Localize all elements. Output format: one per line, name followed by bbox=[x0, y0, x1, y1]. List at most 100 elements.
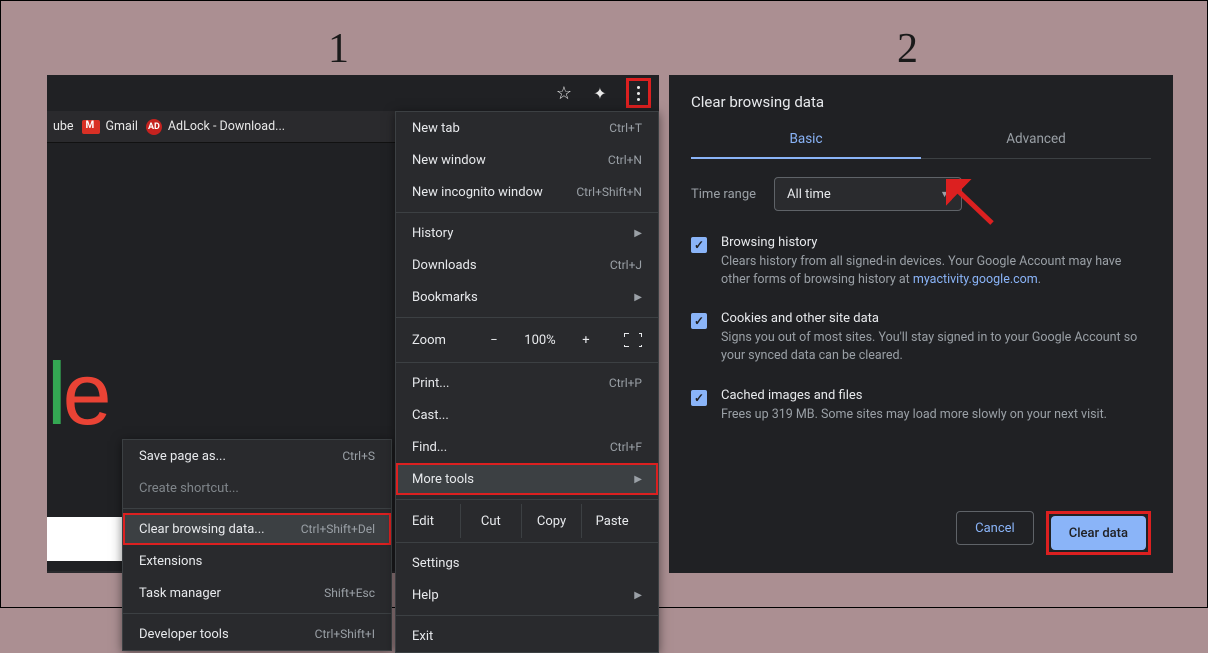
menu-create-shortcut[interactable]: Create shortcut... bbox=[123, 472, 391, 504]
zoom-value: 100% bbox=[518, 333, 562, 348]
menu-label: Developer tools bbox=[139, 627, 229, 642]
checkbox-cached[interactable]: ✓ bbox=[691, 390, 707, 406]
option-text: Browsing history Clears history from all… bbox=[721, 235, 1151, 289]
dialog-title: Clear browsing data bbox=[669, 75, 1173, 123]
option-browsing-history: ✓ Browsing history Clears history from a… bbox=[691, 235, 1151, 289]
menu-label: Find... bbox=[412, 440, 447, 455]
clear-data-highlight: Clear data bbox=[1046, 511, 1151, 555]
checkbox-cookies[interactable]: ✓ bbox=[691, 313, 707, 329]
menu-settings[interactable]: Settings bbox=[396, 547, 658, 579]
option-description: Signs you out of most sites. You'll stay… bbox=[721, 329, 1151, 365]
menu-cast[interactable]: Cast... bbox=[396, 399, 658, 431]
menu-label: Help bbox=[412, 588, 439, 603]
menu-label: New incognito window bbox=[412, 185, 543, 200]
zoom-out-button[interactable]: − bbox=[482, 333, 506, 348]
dropdown-caret-icon: ▼ bbox=[940, 189, 949, 200]
cancel-button[interactable]: Cancel bbox=[956, 511, 1034, 545]
bookmark-ube[interactable]: ube bbox=[53, 119, 74, 134]
menu-shortcut: Ctrl+S bbox=[342, 449, 375, 463]
menu-label: History bbox=[412, 226, 453, 241]
kebab-menu-button[interactable] bbox=[637, 86, 640, 101]
menu-label: Clear browsing data... bbox=[139, 522, 265, 537]
menu-separator bbox=[396, 212, 658, 213]
menu-shortcut: Shift+Esc bbox=[324, 586, 375, 600]
menu-history[interactable]: History ▶ bbox=[396, 217, 658, 249]
menu-label: Task manager bbox=[139, 586, 221, 601]
menu-new-incognito[interactable]: New incognito window Ctrl+Shift+N bbox=[396, 176, 658, 208]
menu-save-page[interactable]: Save page as... Ctrl+S bbox=[123, 440, 391, 472]
menu-separator bbox=[396, 542, 658, 543]
menu-separator bbox=[396, 615, 658, 616]
menu-shortcut: Ctrl+F bbox=[610, 440, 642, 454]
menu-label: Bookmarks bbox=[412, 290, 478, 305]
menu-new-window[interactable]: New window Ctrl+N bbox=[396, 144, 658, 176]
chevron-right-icon: ▶ bbox=[634, 292, 642, 303]
menu-label: Extensions bbox=[139, 554, 202, 569]
bookmark-adlock[interactable]: AD AdLock - Download... bbox=[146, 119, 285, 135]
bookmark-label: ube bbox=[53, 119, 74, 134]
menu-downloads[interactable]: Downloads Ctrl+J bbox=[396, 249, 658, 281]
menu-clear-browsing-data[interactable]: Clear browsing data... Ctrl+Shift+Del bbox=[123, 513, 391, 545]
menu-label: New window bbox=[412, 153, 486, 168]
clear-data-button[interactable]: Clear data bbox=[1051, 516, 1146, 550]
menu-separator bbox=[396, 362, 658, 363]
bookmark-label: AdLock - Download... bbox=[168, 119, 285, 134]
menu-task-manager[interactable]: Task manager Shift+Esc bbox=[123, 577, 391, 609]
edit-label: Edit bbox=[412, 514, 460, 529]
menu-exit[interactable]: Exit bbox=[396, 620, 658, 652]
menu-shortcut: Ctrl+Shift+I bbox=[315, 627, 375, 641]
tab-advanced[interactable]: Advanced bbox=[921, 123, 1151, 159]
menu-zoom-row: Zoom − 100% + bbox=[396, 322, 658, 358]
option-cached: ✓ Cached images and files Frees up 319 M… bbox=[691, 388, 1151, 424]
option-description: Clears history from all signed-in device… bbox=[721, 253, 1151, 289]
bookmark-label: Gmail bbox=[106, 119, 138, 134]
menu-separator bbox=[123, 613, 391, 614]
dialog-tabs: Basic Advanced bbox=[669, 123, 1173, 159]
search-bar-fragment bbox=[47, 517, 125, 561]
option-text: Cached images and files Frees up 319 MB.… bbox=[721, 388, 1151, 424]
checkbox-browsing[interactable]: ✓ bbox=[691, 237, 707, 253]
menu-help[interactable]: Help ▶ bbox=[396, 579, 658, 611]
menu-label: Save page as... bbox=[139, 449, 226, 464]
time-range-row: Time range All time ▼ bbox=[691, 177, 1151, 211]
google-logo-fragment: le bbox=[47, 343, 108, 445]
more-tools-submenu: Save page as... Ctrl+S Create shortcut..… bbox=[122, 439, 392, 651]
menu-new-tab[interactable]: New tab Ctrl+T bbox=[396, 112, 658, 144]
adlock-icon: AD bbox=[146, 119, 162, 135]
menu-bookmarks[interactable]: Bookmarks ▶ bbox=[396, 281, 658, 313]
menu-shortcut: Ctrl+J bbox=[610, 258, 642, 272]
paste-button[interactable]: Paste bbox=[581, 504, 642, 538]
time-range-select[interactable]: All time ▼ bbox=[774, 177, 962, 211]
extensions-icon[interactable] bbox=[590, 83, 610, 103]
kebab-menu-highlight bbox=[626, 78, 651, 108]
copy-button[interactable]: Copy bbox=[521, 504, 582, 538]
bookmark-star-icon[interactable] bbox=[554, 83, 574, 103]
menu-extensions[interactable]: Extensions bbox=[123, 545, 391, 577]
menu-separator bbox=[396, 317, 658, 318]
chevron-right-icon: ▶ bbox=[634, 590, 642, 601]
menu-label: Settings bbox=[412, 556, 459, 571]
browser-toolbar bbox=[47, 75, 659, 111]
fullscreen-icon[interactable] bbox=[624, 333, 642, 347]
zoom-in-button[interactable]: + bbox=[574, 333, 598, 348]
menu-shortcut: Ctrl+Shift+N bbox=[576, 185, 642, 199]
menu-shortcut: Ctrl+P bbox=[609, 376, 642, 390]
cut-button[interactable]: Cut bbox=[460, 504, 521, 538]
menu-label: Downloads bbox=[412, 258, 477, 273]
menu-label: More tools bbox=[412, 472, 474, 487]
tab-basic[interactable]: Basic bbox=[691, 123, 921, 159]
myactivity-link[interactable]: myactivity.google.com bbox=[913, 272, 1038, 287]
chrome-browser-panel: ube Gmail AD AdLock - Download... le Save… bbox=[47, 75, 659, 573]
menu-shortcut: Ctrl+N bbox=[608, 153, 642, 167]
menu-print[interactable]: Print... Ctrl+P bbox=[396, 367, 658, 399]
menu-developer-tools[interactable]: Developer tools Ctrl+Shift+I bbox=[123, 618, 391, 650]
menu-more-tools[interactable]: More tools ▶ bbox=[396, 463, 658, 495]
option-text: Cookies and other site data Signs you ou… bbox=[721, 311, 1151, 365]
gmail-icon bbox=[82, 120, 100, 134]
menu-label: New tab bbox=[412, 121, 460, 136]
clear-browsing-dialog: Clear browsing data Basic Advanced Time … bbox=[669, 75, 1173, 573]
time-range-value: All time bbox=[787, 187, 831, 202]
menu-find[interactable]: Find... Ctrl+F bbox=[396, 431, 658, 463]
bookmark-gmail[interactable]: Gmail bbox=[82, 119, 138, 134]
dialog-body: Time range All time ▼ ✓ Browsing history… bbox=[669, 159, 1173, 424]
